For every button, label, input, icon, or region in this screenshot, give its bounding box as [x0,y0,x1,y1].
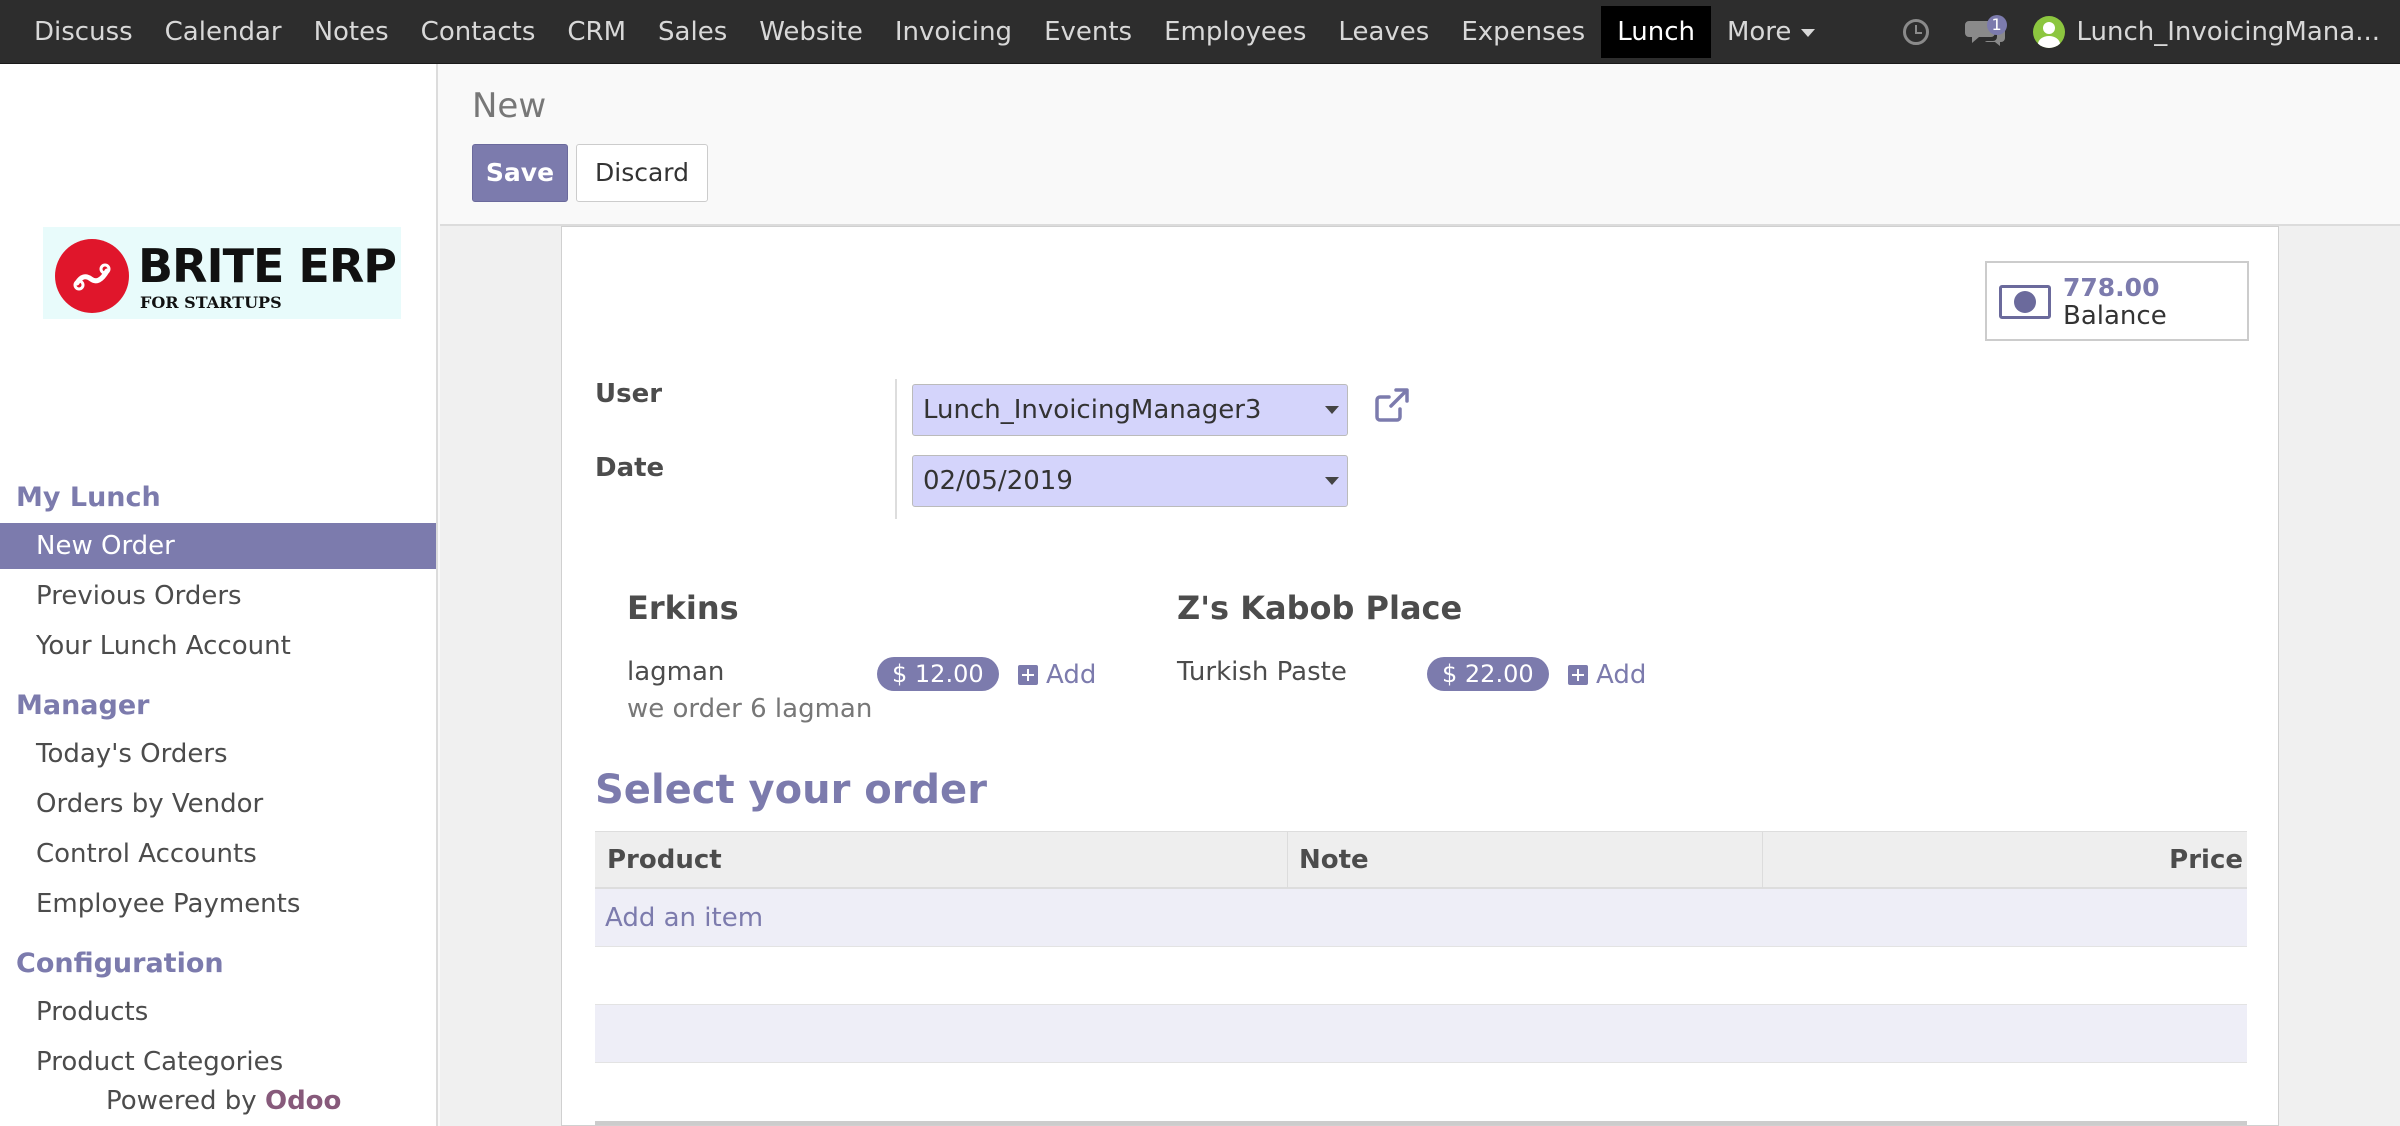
date-label: Date [595,453,665,483]
table-row [595,947,2247,1005]
add-product-button[interactable]: Add [1568,660,1646,690]
date-field[interactable]: 02/05/2019 [912,455,1348,507]
table-row [595,1005,2247,1063]
sidebar-item-previous-orders[interactable]: Previous Orders [0,573,436,619]
plus-square-icon [1018,665,1038,685]
discard-button[interactable]: Discard [576,144,708,202]
balance-value: 778.00 [2063,273,2160,302]
user-select[interactable]: Lunch_InvoicingManager3 [912,384,1348,436]
menu-lunch[interactable]: Lunch [1601,6,1711,58]
column-note[interactable]: Note [1299,832,1369,888]
menu-sales[interactable]: Sales [642,6,743,58]
add-product-button[interactable]: Add [1018,660,1096,690]
sidebar-item-control-accounts[interactable]: Control Accounts [0,831,436,877]
caret-down-icon [1325,477,1339,485]
form-view: 778.00 Balance User Date Lunch_Invoicing… [440,226,2400,1126]
menu-crm[interactable]: CRM [551,6,642,58]
section-configuration: Configuration [16,948,224,979]
section-manager: Manager [16,690,150,721]
logo-title: BRITE ERP [138,239,397,293]
add-label: Add [1046,660,1097,690]
sidebar-item-employee-payments[interactable]: Employee Payments [0,881,436,927]
add-label: Add [1596,660,1647,690]
company-logo: BRITE ERP FOR STARTUPS [43,227,401,319]
systray: 1 Lunch_InvoicingMana... [1902,0,2381,64]
sidebar-item-new-order[interactable]: New Order [0,523,436,569]
balance-button[interactable]: 778.00 Balance [1985,261,2249,341]
logo-subtitle: FOR STARTUPS [140,293,282,312]
user-select-value: Lunch_InvoicingManager3 [923,395,1262,425]
menu-leaves[interactable]: Leaves [1322,6,1445,58]
menu-invoicing[interactable]: Invoicing [879,6,1028,58]
menu-calendar[interactable]: Calendar [149,6,298,58]
plus-square-icon [1568,665,1588,685]
vendor-name: Erkins [627,589,739,627]
menu-website[interactable]: Website [743,6,879,58]
date-field-value: 02/05/2019 [923,466,1073,496]
user-label: User [595,379,663,409]
powered-by: Powered by Odoo [106,1086,341,1116]
balance-label: Balance [2063,301,2167,331]
menu-notes[interactable]: Notes [298,6,405,58]
order-section-title: Select your order [595,767,987,813]
menu-discuss[interactable]: Discuss [18,6,149,58]
section-my-lunch: My Lunch [16,482,161,513]
table-row: Add an item [595,889,2247,947]
column-divider [1287,832,1288,888]
menu-more-label: More [1726,17,1792,47]
messaging-menu[interactable]: 1 [1964,15,2007,47]
sidebar-item-product-categories[interactable]: Product Categories [0,1039,436,1085]
caret-down-icon [1325,406,1339,414]
price-badge: $ 12.00 [877,657,999,691]
sidebar-item-todays-orders[interactable]: Today's Orders [0,731,436,777]
column-product[interactable]: Product [607,832,722,888]
sidebar-item-your-lunch-account[interactable]: Your Lunch Account [0,623,436,669]
app-menu: Discuss Calendar Notes Contacts CRM Sale… [18,0,1831,64]
powered-by-text: Powered by [106,1086,257,1116]
vendor-name: Z's Kabob Place [1177,589,1463,627]
form-sheet: 778.00 Balance User Date Lunch_Invoicing… [561,226,2279,1126]
product-note: we order 6 lagman [627,694,873,724]
sidebar: BRITE ERP FOR STARTUPS My Lunch New Orde… [0,64,438,1126]
menu-events[interactable]: Events [1028,6,1148,58]
save-button[interactable]: Save [472,144,568,202]
table-footer [595,1121,2247,1125]
chat-counter-badge: 1 [1986,15,2007,35]
menu-contacts[interactable]: Contacts [405,6,552,58]
table-header: Product Note Price [595,831,2247,889]
breadcrumb: New [472,86,547,126]
clock-icon[interactable] [1902,19,1929,45]
control-panel: New Save Discard [440,64,2400,226]
menu-employees[interactable]: Employees [1148,6,1322,58]
order-lines-table: Product Note Price Add an item [595,831,2247,1125]
external-link-icon[interactable] [1372,385,1412,425]
top-navbar: Discuss Calendar Notes Contacts CRM Sale… [0,0,2400,64]
logo-mark-icon [55,239,129,313]
product-name: lagman [627,657,725,687]
field-separator [895,379,897,519]
add-item-link[interactable]: Add an item [605,889,763,947]
user-avatar[interactable] [2032,16,2065,48]
sidebar-item-orders-by-vendor[interactable]: Orders by Vendor [0,781,436,827]
money-icon [1999,285,2051,319]
user-menu[interactable]: Lunch_InvoicingMana... [2077,17,2381,47]
sidebar-item-products[interactable]: Products [0,989,436,1035]
odoo-link[interactable]: Odoo [265,1086,341,1116]
menu-expenses[interactable]: Expenses [1445,6,1601,58]
caret-down-icon [1801,28,1816,37]
column-divider [1762,832,1763,888]
menu-more[interactable]: More [1711,6,1831,58]
product-name: Turkish Paste [1177,657,1347,687]
column-price[interactable]: Price [2169,832,2243,888]
price-badge: $ 22.00 [1427,657,1549,691]
